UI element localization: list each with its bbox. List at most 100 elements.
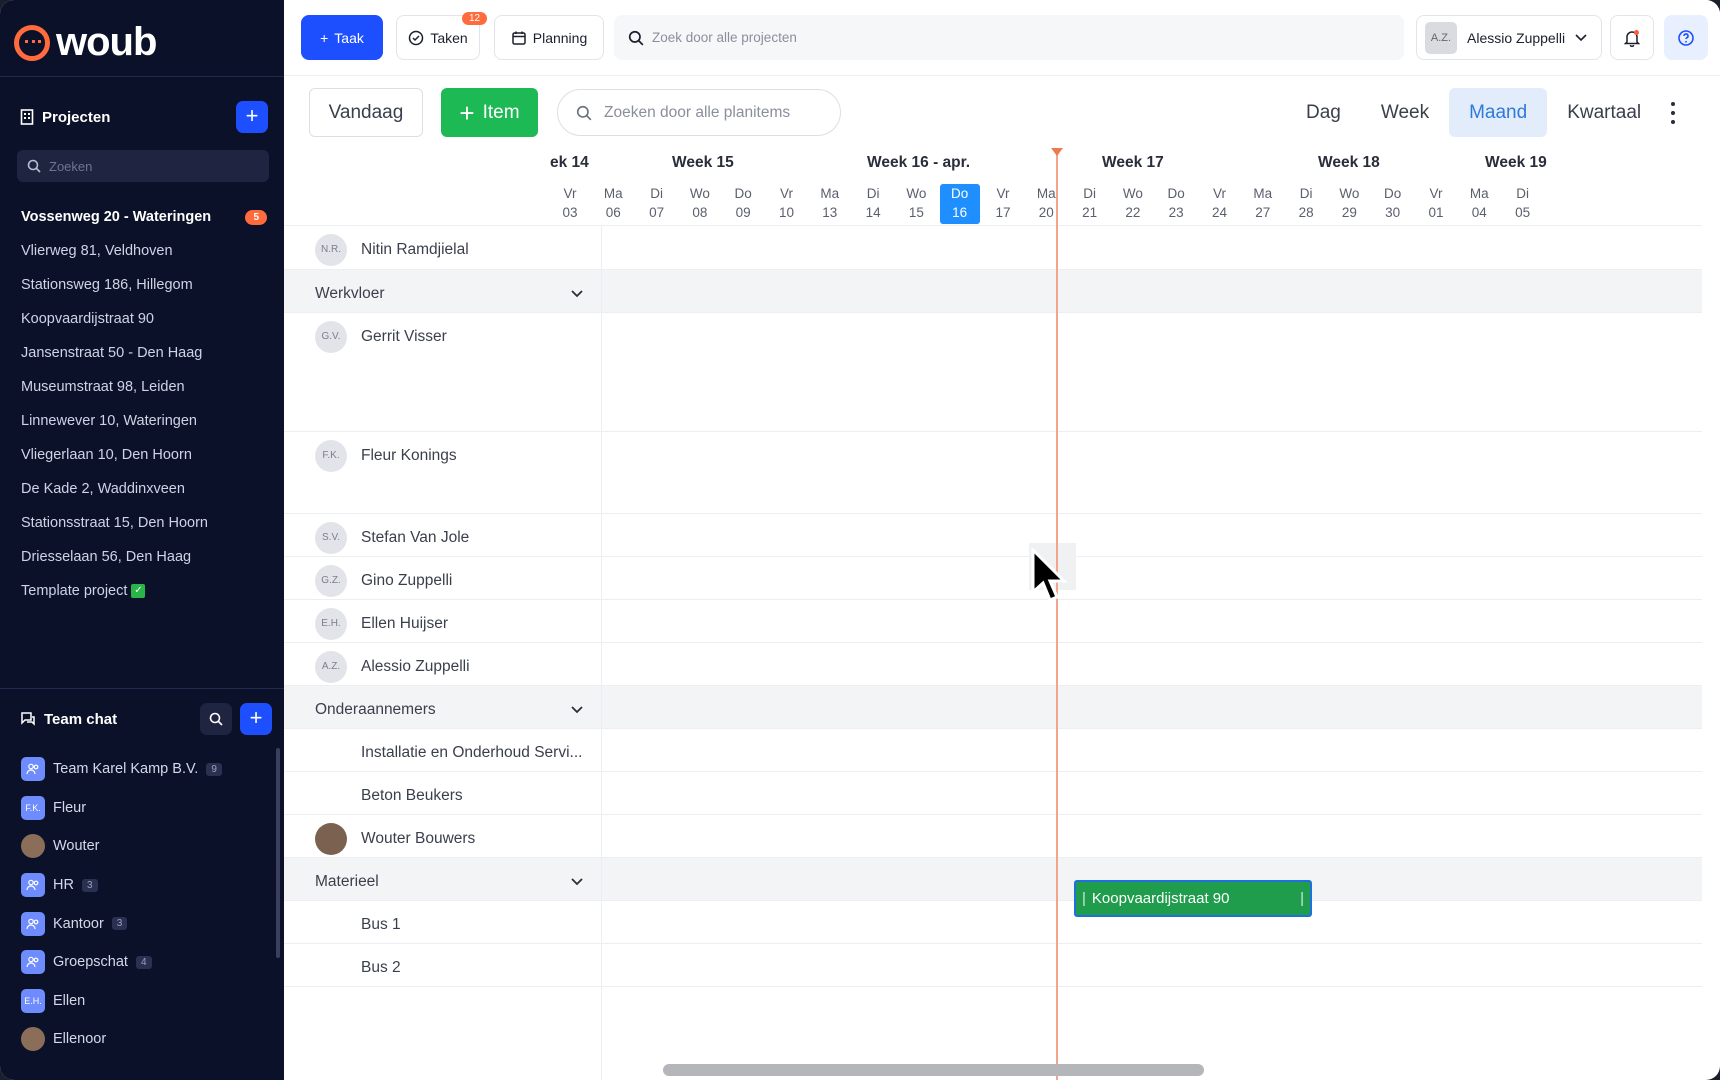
day-column[interactable]: Ma 13 xyxy=(810,184,850,224)
chat-list-item[interactable]: Groepschat 4 xyxy=(21,943,261,982)
chevron-down-icon[interactable] xyxy=(571,285,583,303)
row-name: Alessio Zuppelli xyxy=(361,657,470,675)
timeline-grid[interactable] xyxy=(601,226,1702,1080)
sidebar-project-item[interactable]: Template project ✓ xyxy=(21,574,271,608)
help-icon xyxy=(1678,29,1694,46)
weekday-label: Di xyxy=(1083,186,1096,201)
weekday-label: Di xyxy=(1299,186,1313,201)
tab-view-maand[interactable]: Maand xyxy=(1449,88,1548,137)
day-column[interactable]: Do 30 xyxy=(1373,184,1413,224)
tab-view-week[interactable]: Week xyxy=(1361,88,1449,137)
resize-handle-right[interactable]: | xyxy=(1300,890,1304,907)
user-menu[interactable]: A.Z. Alessio Zuppelli xyxy=(1416,15,1602,60)
sidebar-scrollbar[interactable] xyxy=(276,748,280,958)
weekday-label: Do xyxy=(951,186,969,201)
row-name: Onderaannemers xyxy=(315,700,436,718)
row-label: Onderaannemers xyxy=(315,686,583,733)
project-label: De Kade 2, Waddinxveen xyxy=(21,481,185,497)
tasks-label: Taken xyxy=(430,29,468,46)
day-number: 27 xyxy=(1255,205,1271,220)
chat-search-button[interactable] xyxy=(200,703,232,735)
planning-button[interactable]: Planning xyxy=(494,15,604,60)
day-column[interactable]: Di 07 xyxy=(637,184,677,224)
add-chat-button[interactable]: + xyxy=(240,703,272,735)
weekday-label: Wo xyxy=(689,186,710,201)
day-column[interactable]: Vr 17 xyxy=(983,184,1023,224)
more-options-icon[interactable] xyxy=(1670,102,1676,124)
search-icon xyxy=(628,30,644,45)
row-label: G.Z. Gino Zuppelli xyxy=(315,557,452,604)
sidebar-project-item[interactable]: Linnewever 10, Wateringen xyxy=(21,404,271,438)
day-column[interactable]: Di 28 xyxy=(1286,184,1326,224)
day-column[interactable]: Vr 01 xyxy=(1416,184,1456,224)
avatar: E.H. xyxy=(315,607,347,640)
chat-list-item[interactable]: HR 3 xyxy=(21,866,261,905)
tab-view-dag[interactable]: Dag xyxy=(1286,88,1361,137)
chat-list-item[interactable]: F.K. Fleur xyxy=(21,789,261,828)
day-column[interactable]: Vr 24 xyxy=(1200,184,1240,224)
day-column[interactable]: Wo 15 xyxy=(896,184,936,224)
chat-list-item[interactable]: Ellenoor xyxy=(21,1020,261,1059)
avatar: A.Z. xyxy=(315,650,347,683)
day-column[interactable]: Ma 20 xyxy=(1026,184,1066,224)
day-column[interactable]: Ma 04 xyxy=(1459,184,1499,224)
chat-list-item[interactable]: Wouter xyxy=(21,827,261,866)
day-column[interactable]: Wo 22 xyxy=(1113,184,1153,224)
sidebar-project-item[interactable]: Vossenweg 20 - Wateringen 5 xyxy=(21,200,271,234)
chat-list-item[interactable]: E.H. Ellen xyxy=(21,982,261,1021)
notifications-button[interactable] xyxy=(1610,15,1654,60)
planning-timeline: ek 14 Week 15 Week 16 - apr. Week 17 Week 18… xyxy=(284,148,1702,1080)
sidebar-project-item[interactable]: Koopvaardijstraat 90 xyxy=(21,302,271,336)
row-name: Werkvloer xyxy=(315,284,385,302)
planitem-search-input[interactable]: Zoeken door alle planitems xyxy=(557,89,841,136)
project-label: Vlierweg 81, Veldhoven xyxy=(21,243,173,259)
weekday-label: Do xyxy=(734,186,752,201)
day-column[interactable]: Wo 08 xyxy=(680,184,720,224)
sidebar-project-item[interactable]: Vlierweg 81, Veldhoven xyxy=(21,234,271,268)
sidebar-project-item[interactable]: Jansenstraat 50 - Den Haag xyxy=(21,336,271,370)
add-project-button[interactable]: + xyxy=(236,101,268,133)
day-column[interactable]: Ma 27 xyxy=(1243,184,1283,224)
help-button[interactable] xyxy=(1664,15,1708,60)
projects-title: Projecten xyxy=(42,108,111,126)
day-column[interactable]: Di 14 xyxy=(853,184,893,224)
add-item-button[interactable]: + Item xyxy=(441,88,538,137)
day-column[interactable]: Wo 29 xyxy=(1329,184,1369,224)
new-task-button[interactable]: + Taak xyxy=(301,15,383,60)
sidebar-project-item[interactable]: Stationsstraat 15, Den Hoorn xyxy=(21,506,271,540)
horizontal-scrollbar[interactable] xyxy=(663,1064,1204,1076)
sidebar-project-item[interactable]: Museumstraat 98, Leiden xyxy=(21,370,271,404)
tab-view-kwartaal[interactable]: Kwartaal xyxy=(1547,88,1661,137)
today-button[interactable]: Vandaag xyxy=(309,88,423,137)
weekday-label: Ma xyxy=(1469,186,1489,201)
sidebar-project-item[interactable]: Stationsweg 186, Hillegom xyxy=(21,268,271,302)
avatar: E.H. xyxy=(21,988,45,1013)
today-day-column[interactable]: Do 16 xyxy=(939,184,980,224)
global-search-input[interactable]: Zoek door alle projecten xyxy=(614,15,1404,60)
bell-icon xyxy=(1623,29,1641,47)
day-column[interactable]: Ma 06 xyxy=(593,184,633,224)
day-column[interactable]: Di 21 xyxy=(1070,184,1110,224)
sidebar-project-item[interactable]: De Kade 2, Waddinxveen xyxy=(21,472,271,506)
sidebar-project-item[interactable]: Vliegerlaan 10, Den Hoorn xyxy=(21,438,271,472)
chevron-down-icon[interactable] xyxy=(571,701,583,719)
day-number: 20 xyxy=(1038,205,1054,220)
day-column[interactable]: Do 23 xyxy=(1156,184,1196,224)
chat-list-item[interactable]: Team Karel Kamp B.V. 9 xyxy=(21,750,261,789)
plan-item-event[interactable]: | Koopvaardijstraat 90 | xyxy=(1074,880,1312,917)
day-number: 01 xyxy=(1428,205,1444,220)
day-column[interactable]: Vr 03 xyxy=(550,184,590,224)
weekday-label: Vr xyxy=(780,186,793,201)
chevron-down-icon[interactable] xyxy=(571,873,583,891)
sidebar-project-item[interactable]: Driesselaan 56, Den Haag xyxy=(21,540,271,574)
weekday-label: Ma xyxy=(1253,186,1273,201)
chat-list-item[interactable]: Kantoor 3 xyxy=(21,904,261,943)
resize-handle-left[interactable]: | xyxy=(1082,890,1086,907)
day-column[interactable]: Di 05 xyxy=(1503,184,1543,224)
project-search-input[interactable]: Zoeken xyxy=(17,150,269,182)
brand-logo[interactable]: woub xyxy=(14,20,157,65)
day-column[interactable]: Vr 10 xyxy=(767,184,807,224)
avatar: N.R. xyxy=(315,233,347,266)
day-column[interactable]: Do 09 xyxy=(723,184,763,224)
chat-label: Wouter xyxy=(53,838,100,855)
